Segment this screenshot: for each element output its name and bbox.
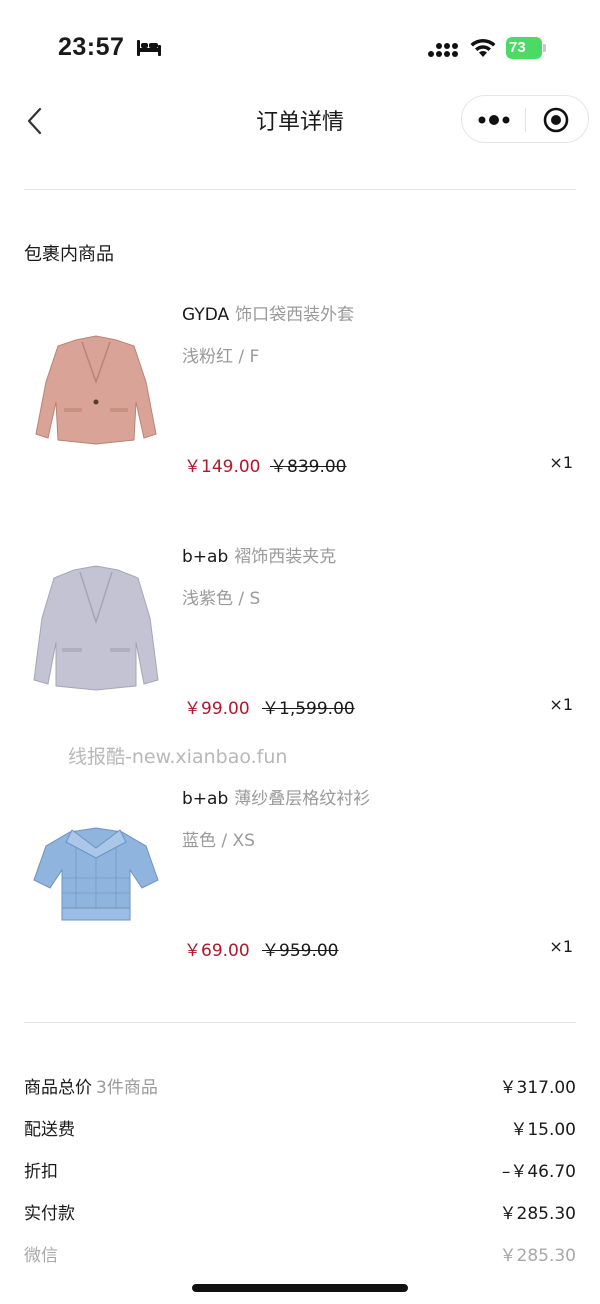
item-image-blue-gingham-blouse: [33, 827, 159, 921]
item-variant: 蓝色 / XS: [182, 831, 255, 851]
item-brand: b+ab: [182, 789, 229, 809]
item-title: GYDA 饰口袋西装外套: [182, 300, 354, 325]
item-price: ￥69.00: [184, 941, 250, 961]
order-item[interactable]: b+ab 薄纱叠层格纹衬衫 蓝色 / XS ￥69.00 ￥959.00 ×1: [0, 780, 600, 1010]
nav-bar: 订单详情: [0, 90, 600, 150]
battery-indicator: 73: [506, 37, 548, 59]
item-brand: b+ab: [182, 547, 229, 567]
shipping-label: 配送费: [24, 1120, 75, 1140]
item-quantity: ×1: [549, 453, 573, 472]
discount-value: –￥46.70: [501, 1162, 576, 1182]
discount-label: 折扣: [24, 1162, 58, 1182]
goods-total-value: ￥317.00: [499, 1078, 576, 1098]
summary-goods-total: 商品总价 3件商品 ￥317.00: [24, 1073, 576, 1103]
battery-cap: [543, 44, 546, 52]
item-product-name: 褶饰西装夹克: [234, 547, 337, 567]
order-item[interactable]: GYDA 饰口袋西装外套 浅粉红 / F ￥149.00 ￥839.00 ×1: [0, 296, 600, 526]
bed-icon: [137, 40, 161, 56]
order-item[interactable]: b+ab 褶饰西装夹克 浅紫色 / S ￥99.00 ￥1,599.00 ×1: [0, 538, 600, 768]
item-quantity: ×1: [549, 695, 573, 714]
summary-discount: 折扣 –￥46.70: [24, 1157, 576, 1187]
goods-count: 3件商品: [96, 1078, 158, 1098]
signal-icon: [428, 43, 458, 57]
item-product-name: 薄纱叠层格纹衬衫: [234, 789, 371, 809]
item-original-price: ￥1,599.00: [262, 699, 355, 719]
item-original-price: ￥839.00: [270, 457, 347, 477]
wifi-icon: [470, 38, 496, 57]
items-divider: [24, 1022, 576, 1023]
payment-method-amount: ￥285.30: [499, 1246, 576, 1266]
item-image-lavender-jacket: [33, 565, 159, 691]
home-indicator[interactable]: [192, 1284, 408, 1292]
payment-method-label: 微信: [24, 1246, 58, 1266]
summary-label: 商品总价 3件商品: [24, 1073, 158, 1098]
summary-shipping: 配送费 ￥15.00: [24, 1115, 576, 1145]
watermark-text: 线报酷-new.xianbao.fun: [68, 746, 288, 768]
capsule-divider: [525, 108, 526, 132]
close-target-icon[interactable]: [542, 106, 570, 134]
summary-paid: 实付款 ￥285.30: [24, 1199, 576, 1229]
status-bar: 23:57 73: [0, 0, 600, 90]
summary-payment-method: 微信 ￥285.30: [24, 1241, 576, 1271]
paid-value: ￥285.30: [499, 1204, 576, 1224]
shipping-value: ￥15.00: [510, 1120, 576, 1140]
battery-level: 73: [506, 37, 542, 59]
header-divider: [24, 189, 576, 190]
mini-program-capsule: [461, 95, 589, 143]
item-brand: GYDA: [182, 305, 230, 325]
goods-total-label: 商品总价: [24, 1078, 92, 1098]
item-title: b+ab 薄纱叠层格纹衬衫: [182, 784, 370, 809]
item-variant: 浅粉红 / F: [182, 347, 260, 367]
status-time: 23:57: [58, 33, 125, 61]
item-original-price: ￥959.00: [262, 941, 339, 961]
item-product-name: 饰口袋西装外套: [235, 305, 355, 325]
back-button[interactable]: [22, 106, 48, 136]
item-quantity: ×1: [549, 937, 573, 956]
item-variant: 浅紫色 / S: [182, 589, 261, 609]
item-title: b+ab 褶饰西装夹克: [182, 542, 336, 567]
item-price: ￥149.00: [184, 457, 261, 477]
item-image-pink-blazer: [35, 335, 157, 445]
item-price: ￥99.00: [184, 699, 250, 719]
section-title: 包裹内商品: [24, 244, 114, 265]
paid-label: 实付款: [24, 1204, 75, 1224]
more-icon[interactable]: [476, 107, 512, 133]
